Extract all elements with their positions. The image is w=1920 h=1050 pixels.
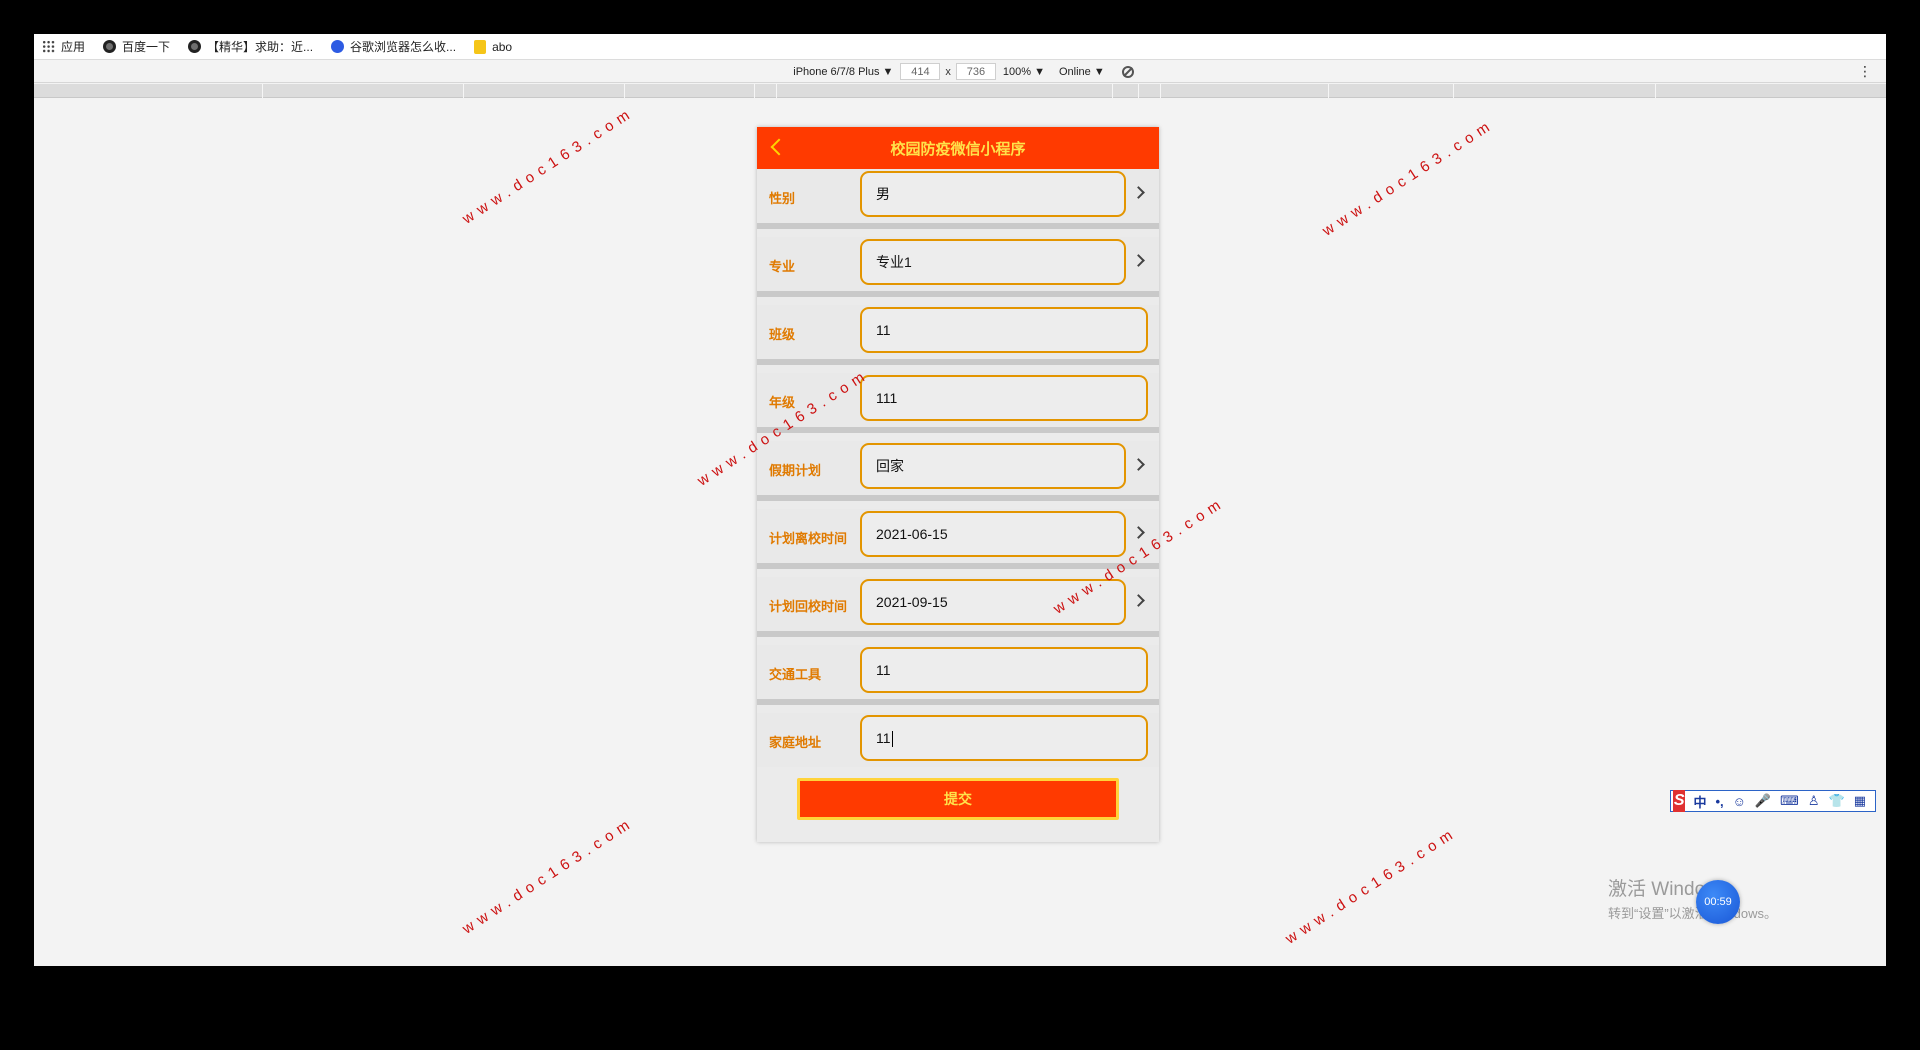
page-title: 校园防疫微信小程序 (890, 140, 1026, 158)
field-label: 计划离校时间 (769, 531, 848, 546)
ruler-tick (754, 84, 755, 98)
bookmark-label: 百度一下 (122, 40, 171, 54)
field-label: 交通工具 (769, 667, 822, 682)
bookmark-abo[interactable]: abo (474, 39, 513, 54)
form-row-transport: 交通工具 11 (757, 645, 1159, 705)
bookmarks-bar: 应用 百度一下 【精华】求助：近... 谷歌浏览器怎么收... abo (34, 34, 1886, 60)
form-row-major: 专业 专业1 (757, 237, 1159, 297)
field-label: 班级 (769, 327, 796, 342)
field-label: 计划回校时间 (769, 599, 848, 614)
punctuation-icon[interactable]: •, (1715, 794, 1723, 809)
menu-grid-icon[interactable]: ▦ (1854, 793, 1866, 809)
chevron-right-icon[interactable] (1132, 458, 1145, 471)
rotate-icon[interactable] (1121, 65, 1134, 78)
class-input[interactable]: 11 (860, 307, 1148, 353)
emoji-icon[interactable]: ☺ (1733, 794, 1746, 809)
bookmark-chrome-howto[interactable]: 谷歌浏览器怎么收... (331, 38, 456, 55)
ruler-tick (1328, 84, 1329, 98)
ruler-tick (624, 84, 625, 98)
bookmark-label: abo (492, 39, 513, 54)
device-toolbar: iPhone 6/7/8 Plus ▼ 414 x 736 100% ▼ Onl… (34, 61, 1886, 83)
skin-icon[interactable]: 👕 (1829, 793, 1845, 809)
ruler-tick (1160, 84, 1161, 98)
screen: 应用 百度一下 【精华】求助：近... 谷歌浏览器怎么收... abo iPho… (34, 34, 1886, 966)
activation-title: 激活 Windows (1608, 879, 1729, 900)
watermark: www.doc163.com (1282, 823, 1461, 948)
home-address-value: 11 (876, 730, 891, 746)
watermark: www.doc163.com (459, 103, 638, 228)
bookmark-help[interactable]: 【精华】求助：近... (188, 38, 313, 55)
form-row-class: 班级 11 (757, 305, 1159, 365)
activation-subtitle: 转到“设置”以激活 Windows。 (1608, 906, 1778, 921)
leave-date-picker[interactable]: 2021-06-15 (860, 511, 1126, 557)
gender-picker[interactable]: 男 (860, 171, 1126, 217)
sogou-logo-icon[interactable]: S (1673, 790, 1686, 812)
ruler-tick (776, 84, 777, 98)
recording-timer[interactable]: 00:59 (1696, 880, 1740, 924)
ruler-tick (1138, 84, 1139, 98)
globe-icon (103, 40, 117, 53)
submit-area: 提交 (757, 767, 1159, 842)
chevron-right-icon[interactable] (1132, 186, 1145, 199)
ruler-tick (1655, 84, 1656, 98)
bookmark-baidu[interactable]: 百度一下 (103, 38, 170, 55)
chevron-right-icon[interactable] (1132, 254, 1145, 267)
form-row-holiday-plan: 假期计划 回家 (757, 441, 1159, 501)
device-select[interactable]: iPhone 6/7/8 Plus ▼ (793, 66, 893, 78)
paw-icon (331, 40, 345, 53)
holiday-plan-picker[interactable]: 回家 (860, 443, 1126, 489)
ime-toolbar: S 中 •, ☺ 🎤 ⌨ ♙ 👕 ▦ (1670, 790, 1876, 812)
chevron-right-icon[interactable] (1132, 594, 1145, 607)
field-label: 家庭地址 (769, 735, 822, 750)
home-address-input[interactable]: 11 (860, 715, 1148, 761)
field-label: 专业 (769, 259, 796, 274)
field-label: 性别 (769, 191, 796, 206)
submit-button[interactable]: 提交 (797, 778, 1119, 820)
watermark: www.doc163.com (1319, 115, 1498, 240)
grade-input[interactable]: 111 (860, 375, 1148, 421)
folder-icon (474, 39, 487, 54)
form-row-gender: 性别 男 (757, 169, 1159, 229)
major-picker[interactable]: 专业1 (860, 239, 1126, 285)
transport-input[interactable]: 11 (860, 647, 1148, 693)
ime-mode-toggle[interactable]: 中 (1693, 792, 1706, 811)
width-input[interactable]: 414 (900, 63, 941, 80)
dimension-separator: x (945, 65, 951, 78)
bookmark-apps[interactable]: 应用 (42, 38, 85, 55)
ruler-tick (262, 84, 263, 98)
media-query-ruler (34, 84, 1886, 98)
watermark: www.doc163.com (459, 813, 638, 938)
user-icon[interactable]: ♙ (1808, 793, 1820, 809)
more-options-icon[interactable]: ⋮ (1858, 64, 1872, 78)
keyboard-icon[interactable]: ⌨ (1780, 793, 1799, 809)
bookmark-label: 应用 (61, 40, 86, 54)
phone-viewport: 校园防疫微信小程序 性别 男 专业 专业1 班级 11 年级 111 假期计划 … (757, 127, 1159, 842)
globe-icon (188, 40, 202, 53)
form-row-leave-date: 计划离校时间 2021-06-15 (757, 509, 1159, 569)
nav-bar: 校园防疫微信小程序 (757, 127, 1159, 169)
windows-activation-notice: 激活 Windows 转到“设置”以激活 Windows。 (1608, 878, 1777, 923)
field-label: 假期计划 (769, 463, 822, 478)
zoom-select[interactable]: 100% ▼ (1003, 66, 1045, 78)
ruler-tick (1453, 84, 1454, 98)
apps-icon (42, 40, 55, 53)
chevron-right-icon[interactable] (1132, 526, 1145, 539)
microphone-icon[interactable]: 🎤 (1755, 793, 1771, 809)
ruler-tick (463, 84, 464, 98)
bookmark-label: 谷歌浏览器怎么收... (350, 40, 457, 54)
back-arrow-icon[interactable] (770, 138, 788, 156)
network-select[interactable]: Online ▼ (1059, 66, 1105, 78)
text-cursor (891, 731, 893, 748)
height-input[interactable]: 736 (955, 63, 996, 80)
form-row-home-address: 家庭地址 11 (757, 713, 1159, 773)
ruler-tick (1112, 84, 1113, 98)
bookmark-label: 【精华】求助：近... (207, 40, 314, 54)
